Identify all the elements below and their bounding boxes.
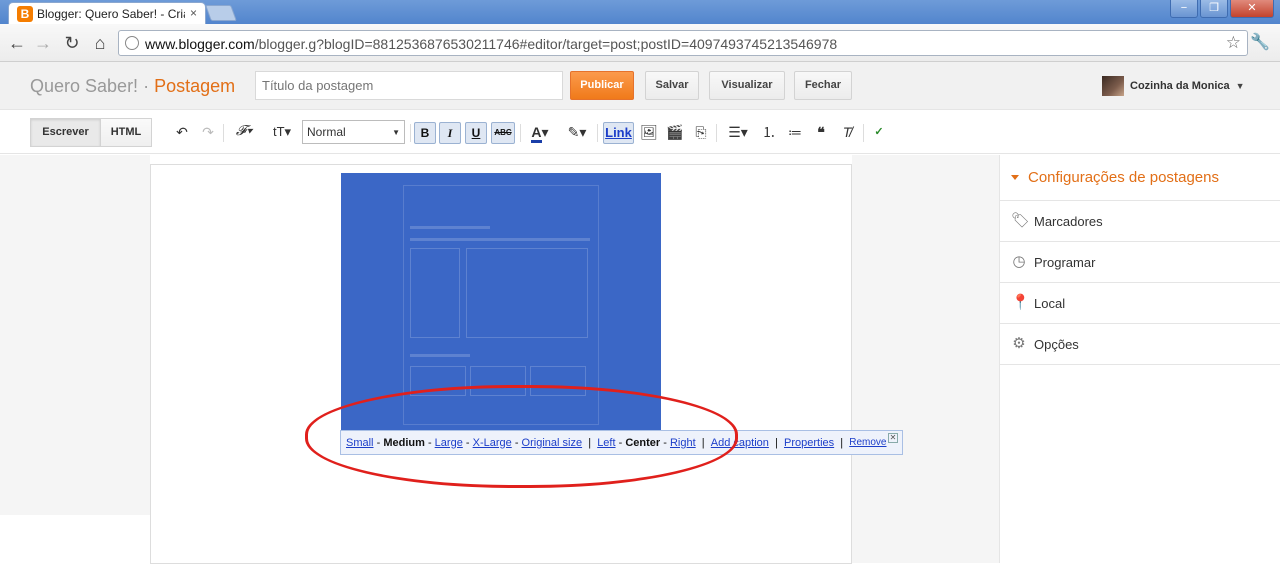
sidebar-item-options[interactable]: ⚙ Opções xyxy=(1000,324,1280,365)
post-settings-title: Configurações de postagens xyxy=(1028,169,1219,186)
italic-button[interactable]: I xyxy=(439,122,461,144)
numbered-list-icon[interactable]: ⒈ xyxy=(760,122,778,142)
save-button[interactable]: Salvar xyxy=(645,71,699,100)
post-settings-sidebar: Configurações de postagens 🏷 Marcadores … xyxy=(999,155,1280,563)
highlight-color-icon[interactable]: ✎▾ xyxy=(562,122,592,142)
toolbar-divider xyxy=(597,124,598,142)
toolbar-divider xyxy=(863,124,864,142)
quote-icon[interactable]: ❝ xyxy=(812,122,830,142)
link-button[interactable]: Link xyxy=(603,122,634,144)
close-icon[interactable]: ✕ xyxy=(888,433,898,443)
tag-icon: 🏷 xyxy=(1011,212,1031,229)
separator-bar: | xyxy=(775,436,778,449)
editor-toolbar: Escrever HTML ↶ ↷ 𝓕▾ tT▾ Normal ▼ B I U … xyxy=(0,110,1280,154)
underline-button[interactable]: U xyxy=(465,122,487,144)
post-settings-heading[interactable]: Configurações de postagens xyxy=(1000,155,1280,201)
redo-icon[interactable]: ↷ xyxy=(198,122,218,142)
forward-arrow-icon[interactable]: → xyxy=(32,32,54,54)
chevron-down-icon: ▼ xyxy=(1235,81,1245,91)
page-title: Quero Saber! · Postagem xyxy=(30,76,235,97)
bullet-list-icon[interactable]: ≔ xyxy=(786,122,804,142)
sidebar-item-label: Opções xyxy=(1034,337,1079,352)
font-family-icon[interactable]: 𝓕▾ xyxy=(229,122,259,142)
blog-name[interactable]: Quero Saber! xyxy=(30,76,138,96)
sidebar-item-label: Marcadores xyxy=(1034,214,1103,229)
user-name: Cozinha da Monica xyxy=(1130,80,1230,92)
right-gutter xyxy=(852,155,999,563)
sidebar-item-label: Local xyxy=(1034,296,1066,311)
home-icon[interactable]: ⌂ xyxy=(89,32,111,54)
sidebar-item-schedule[interactable]: ◷ Programar xyxy=(1000,242,1280,283)
browser-titlebar: B Blogger: Quero Saber! - Criar × − ❐ ✕ xyxy=(0,0,1280,24)
publish-button[interactable]: Publicar xyxy=(570,71,634,100)
html-mode-button[interactable]: HTML xyxy=(100,118,152,147)
remove-formatting-icon[interactable]: T̸ xyxy=(838,122,856,142)
title-separator: · xyxy=(143,76,150,96)
compose-mode-button[interactable]: Escrever xyxy=(30,118,101,147)
sidebar-item-labels[interactable]: 🏷 Marcadores xyxy=(1000,201,1280,242)
toolbar-divider xyxy=(410,124,411,142)
format-select-value: Normal xyxy=(307,125,346,139)
bold-button[interactable]: B xyxy=(414,122,436,144)
url-text: www.blogger.com/blogger.g?blogID=8812536… xyxy=(145,36,838,52)
maximize-button[interactable]: ❐ xyxy=(1200,0,1228,18)
close-button[interactable]: Fechar xyxy=(794,71,852,100)
wrench-menu-icon[interactable]: 🔧 xyxy=(1250,32,1270,52)
browser-toolbar: ← → ↻ ⌂ www.blogger.com/blogger.g?blogID… xyxy=(0,24,1280,62)
insert-image-icon[interactable]: 🖼 xyxy=(640,122,658,142)
annotation-ellipse xyxy=(305,385,738,488)
user-menu[interactable]: Cozinha da Monica ▼ xyxy=(1102,76,1245,96)
post-title-input[interactable] xyxy=(255,71,563,100)
text-color-icon[interactable]: A▾ xyxy=(526,122,554,143)
avatar xyxy=(1102,76,1124,96)
tab-title: Blogger: Quero Saber! - Criar xyxy=(37,7,185,21)
remove-link[interactable]: Remove xyxy=(849,437,886,448)
sidebar-item-label: Programar xyxy=(1034,255,1096,270)
toolbar-divider xyxy=(223,124,224,142)
back-arrow-icon[interactable]: ← xyxy=(6,32,28,54)
strikethrough-button[interactable]: ABC xyxy=(491,122,515,144)
close-window-button[interactable]: ✕ xyxy=(1230,0,1274,18)
insert-video-icon[interactable]: 🎬 xyxy=(666,122,684,142)
properties-link[interactable]: Properties xyxy=(784,437,834,449)
spellcheck-icon[interactable]: ✓ xyxy=(869,122,889,142)
clock-icon: ◷ xyxy=(1012,253,1026,270)
sidebar-item-location[interactable]: 📍 Local xyxy=(1000,283,1280,324)
blogger-header: Quero Saber! · Postagem Publicar Salvar … xyxy=(0,62,1280,110)
toolbar-divider xyxy=(520,124,521,142)
location-pin-icon: 📍 xyxy=(1011,294,1030,311)
preview-button[interactable]: Visualizar xyxy=(709,71,785,100)
reload-icon[interactable]: ↻ xyxy=(61,32,83,54)
format-select[interactable]: Normal ▼ xyxy=(302,120,405,144)
font-size-icon[interactable]: tT▾ xyxy=(266,122,298,142)
chevron-down-icon: ▼ xyxy=(392,128,400,137)
gear-icon: ⚙ xyxy=(1012,335,1026,352)
collapse-triangle-icon xyxy=(1011,175,1019,180)
tab-close-icon[interactable]: × xyxy=(190,6,197,20)
browser-tab[interactable]: B Blogger: Quero Saber! - Criar × xyxy=(8,2,206,24)
address-bar[interactable]: www.blogger.com/blogger.g?blogID=8812536… xyxy=(118,30,1248,56)
left-gutter xyxy=(0,155,150,515)
jump-break-icon[interactable]: ⎘ xyxy=(692,122,710,142)
toolbar-divider xyxy=(716,124,717,142)
separator-bar: | xyxy=(840,436,844,449)
undo-icon[interactable]: ↶ xyxy=(172,122,192,142)
page-section: Postagem xyxy=(154,76,236,96)
bookmark-star-icon[interactable]: ☆ xyxy=(1226,33,1241,53)
new-tab-button[interactable] xyxy=(205,5,237,21)
align-icon[interactable]: ☰▾ xyxy=(724,122,752,142)
minimize-button[interactable]: − xyxy=(1170,0,1198,18)
blogger-favicon-icon: B xyxy=(17,6,33,22)
globe-icon xyxy=(125,36,139,50)
